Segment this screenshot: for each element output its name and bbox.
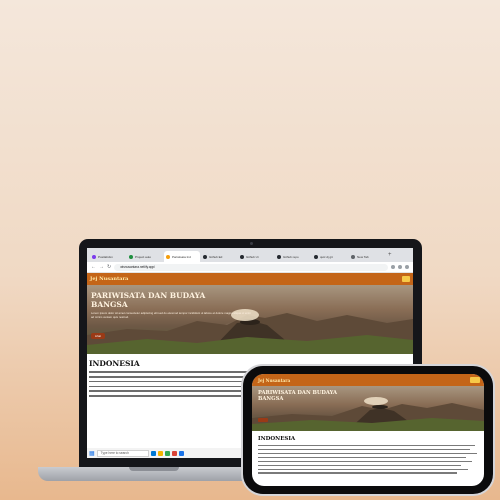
menu-icon[interactable] [405, 265, 409, 269]
phone-hero-button[interactable] [258, 418, 268, 422]
taskbar-search-input[interactable]: Type here to search [96, 449, 149, 457]
menu-button[interactable] [402, 276, 410, 282]
phone-hero-title: PARIWISATA DAN BUDAYA BANGSA [258, 390, 338, 403]
phone-page-content: INDONESIA [252, 431, 484, 474]
chrome-icon[interactable] [164, 450, 170, 456]
tab-favicon-icon [129, 254, 133, 259]
hero-description: Lorem ipsum dolor sit amet consectetur a… [91, 311, 251, 319]
site-brand[interactable]: Jej Nusantara [90, 276, 128, 282]
paragraph-line [258, 444, 475, 446]
url-input[interactable]: wisnusantara.netlify.app/ [114, 263, 388, 271]
extension-icon[interactable] [391, 265, 395, 269]
browser-tab[interactable]: Github repo [275, 251, 311, 262]
tab-label: quiz.dj git [320, 254, 333, 259]
hero-banner: PARIWISATA DAN BUDAYA BANGSA Lorem ipsum… [87, 285, 413, 354]
phone-menu-button[interactable] [470, 377, 480, 383]
phone-site-navbar: Jej Nusantara [252, 374, 484, 386]
paragraph-line [258, 452, 477, 454]
reload-icon[interactable]: ↻ [107, 264, 111, 270]
tab-label: Postlabdxn [98, 254, 113, 259]
tab-label: Project auto [135, 254, 152, 259]
windows-start-icon[interactable]: ▦ [89, 450, 95, 457]
laptop-base [38, 467, 270, 481]
browser-tab[interactable]: Project auto [127, 251, 163, 262]
tab-label: Pariwisata Ind [172, 254, 191, 259]
browser-tab[interactable]: Pariwisata Ind [164, 251, 200, 262]
browser-tab[interactable]: New Tab [349, 251, 385, 262]
browser-tab[interactable]: Github Ui [238, 251, 274, 262]
edge-icon[interactable] [150, 450, 156, 456]
phone-site-brand[interactable]: Jej Nusantara [258, 378, 290, 383]
tab-favicon-icon [277, 254, 281, 259]
site-navbar: Jej Nusantara [87, 273, 413, 285]
tab-favicon-icon [166, 254, 170, 259]
phone-frame: Jej Nusantara PARIWISATA DAN BUDAYA BANG… [241, 364, 495, 496]
paragraph-line [258, 472, 457, 474]
phone-section-title: INDONESIA [258, 436, 296, 442]
paragraph-line [258, 468, 468, 470]
profile-icon[interactable] [398, 265, 402, 269]
tab-label: Github Ed [209, 254, 223, 259]
folder-icon[interactable] [157, 450, 163, 456]
hero-button[interactable]: Lihat [91, 333, 105, 339]
extension-icons [391, 265, 409, 269]
tab-favicon-icon [314, 254, 318, 259]
new-tab-icon[interactable]: + [388, 252, 392, 258]
laptop-notch [129, 467, 179, 471]
forward-icon[interactable]: → [99, 264, 104, 270]
vscode-icon[interactable] [178, 450, 184, 456]
tab-label: Github repo [283, 254, 299, 259]
hero-title: PARIWISATA DAN BUDAYA BANGSA [91, 291, 206, 309]
app-icon[interactable] [171, 450, 177, 456]
back-icon[interactable]: ← [91, 264, 96, 270]
tab-favicon-icon [240, 254, 244, 259]
phone-hero-banner: PARIWISATA DAN BUDAYA BANGSA [252, 386, 484, 431]
address-bar-row: ← → ↻ wisnusantara.netlify.app/ [87, 262, 413, 273]
phone-screen: Jej Nusantara PARIWISATA DAN BUDAYA BANG… [252, 374, 484, 486]
browser-tab-bar: Postlabdxn Project auto Pariwisata Ind Gith… [87, 248, 413, 262]
browser-tab[interactable]: Postlabdxn [90, 251, 126, 262]
tab-favicon-icon [92, 254, 96, 259]
tab-label: New Tab [357, 254, 369, 259]
tab-favicon-icon [351, 254, 355, 259]
tab-favicon-icon [203, 254, 207, 259]
paragraph-line [258, 448, 471, 450]
paragraph-line [258, 460, 473, 462]
paragraph-line [258, 464, 462, 466]
tab-label: Github Ui [246, 254, 259, 259]
paragraph-line [258, 456, 466, 458]
browser-tab[interactable]: Github Ed [201, 251, 237, 262]
browser-tab[interactable]: quiz.dj git [312, 251, 348, 262]
camera-icon [249, 242, 253, 245]
